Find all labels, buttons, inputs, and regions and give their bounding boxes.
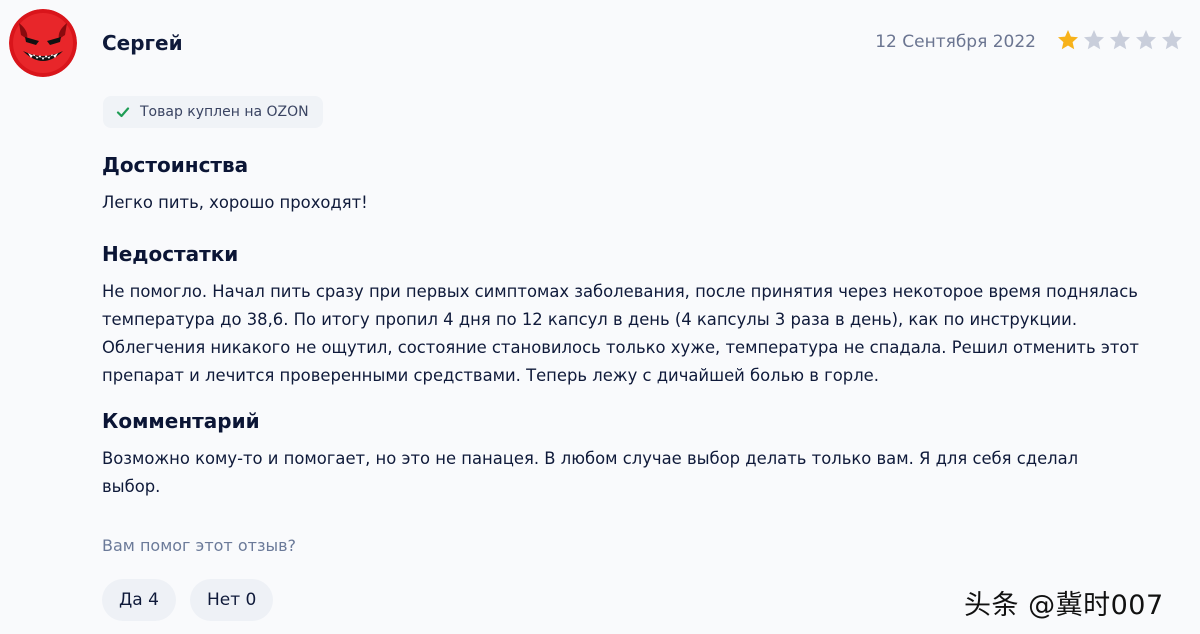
purchase-badge: Товар куплен на OZON: [103, 96, 323, 128]
red-devil-face-icon: [9, 9, 77, 77]
star-empty-icon: [1084, 30, 1104, 50]
comment-title: Комментарий: [102, 409, 260, 433]
helpful-yes-button[interactable]: Да 4: [102, 579, 176, 621]
review-card: Сергей 12 Сентября 2022 Товар куплен на …: [0, 0, 1200, 634]
star-empty-icon: [1162, 30, 1182, 50]
star-empty-icon: [1110, 30, 1130, 50]
pros-title: Достоинства: [102, 153, 249, 177]
helpful-question: Вам помог этот отзыв?: [102, 536, 297, 555]
author-name: Сергей: [102, 31, 183, 55]
pros-text: Легко пить, хорошо проходят!: [102, 193, 368, 212]
purchase-badge-text: Товар куплен на OZON: [140, 104, 309, 120]
avatar[interactable]: [9, 9, 77, 77]
cons-text: Не помогло. Начал пить сразу при первых …: [102, 282, 1139, 385]
rating-stars: [1056, 28, 1184, 52]
star-filled-icon: [1058, 30, 1078, 50]
cons-title: Недостатки: [102, 242, 239, 266]
review-date: 12 Сентября 2022: [875, 32, 1036, 52]
check-icon: [116, 107, 130, 118]
star-empty-icon: [1136, 30, 1156, 50]
watermark: 头条 @冀时007: [964, 590, 1164, 621]
comment-text: Возможно кому-то и помогает, но это не п…: [102, 449, 1079, 496]
helpful-no-button[interactable]: Нет 0: [190, 579, 274, 621]
